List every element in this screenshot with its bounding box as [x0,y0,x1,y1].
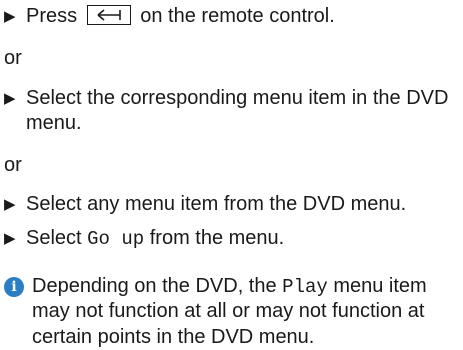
step-select-go-up: ▶ Select Go up from the menu. [4,226,459,251]
step3-text: Select any menu item from the DVD menu. [26,193,407,215]
step1-after: on the remote control. [140,5,335,27]
note-before: Depending on the DVD, the [32,275,277,297]
info-icon: i [4,277,24,297]
step4-after: from the menu. [149,227,285,249]
step2-text: Select the corresponding menu item in th… [26,87,449,135]
step4-go-up: Go up [87,228,145,250]
note-play: Play [282,276,328,298]
bullet-triangle-icon: ▶ [4,8,16,25]
bullet-triangle-icon: ▶ [4,230,16,247]
bullet-triangle-icon: ▶ [4,90,16,107]
step-select-any-item: ▶ Select any menu item from the DVD menu… [4,192,459,217]
info-note: i Depending on the DVD, the Play menu it… [4,274,459,350]
back-arrow-key-icon [86,5,131,25]
step4-before: Select [26,227,82,249]
or-separator-1: or [4,47,22,69]
or-separator-2: or [4,154,22,176]
step-press-back: ▶ Press on the remote control. [4,4,459,29]
bullet-triangle-icon: ▶ [4,196,16,213]
step1-before: Press [26,5,78,27]
instruction-page: ▶ Press on the remote control. or ▶ Sele… [0,0,463,348]
step-select-menu-item: ▶ Select the corresponding menu item in … [4,86,459,137]
